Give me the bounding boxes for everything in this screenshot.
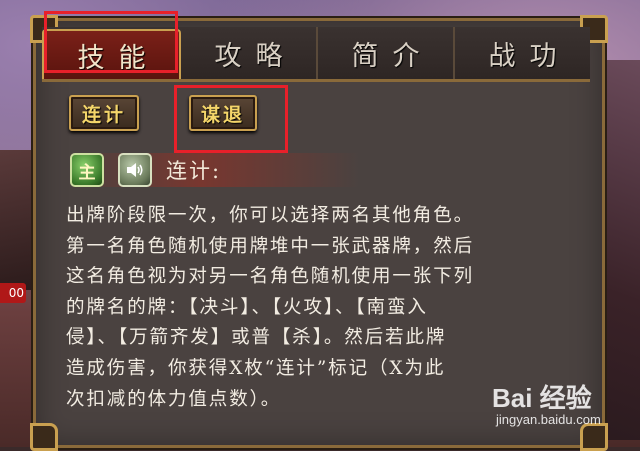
tab-achievements[interactable]: 战功 <box>455 27 590 79</box>
highlight-box-button <box>174 85 288 153</box>
main-skill-icon: 主 <box>70 153 104 187</box>
watermark: Bai 经验 jingyan.baidu.com <box>488 372 618 432</box>
speaker-icon[interactable] <box>118 153 152 187</box>
side-badge: 00 <box>0 283 26 303</box>
highlight-box-tab <box>44 11 178 73</box>
tab-profile[interactable]: 简介 <box>318 27 455 79</box>
skill-lianji-button[interactable]: 连计 <box>69 95 139 131</box>
tab-strategy[interactable]: 攻略 <box>181 27 318 79</box>
skill-name: 连计: <box>166 159 222 183</box>
watermark-url: jingyan.baidu.com <box>496 412 601 427</box>
skill-header: 主 连计: <box>70 153 360 187</box>
watermark-logo: Bai 经验 <box>492 383 592 413</box>
